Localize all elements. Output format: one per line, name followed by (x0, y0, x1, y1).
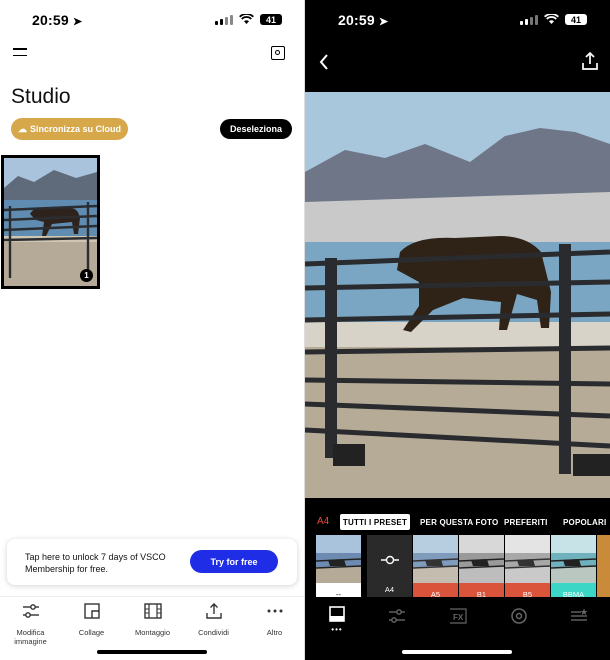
page-title: Studio (11, 85, 71, 108)
cloud-sync-icon: ☁ (17, 123, 27, 134)
preset-a4[interactable]: A4 (367, 535, 412, 597)
toolbar-item-more[interactable]: Altro (244, 603, 305, 637)
status-icons: 41 (215, 14, 282, 25)
home-indicator (97, 650, 207, 654)
wifi-icon (239, 14, 254, 24)
svg-text:FX: FX (453, 613, 464, 622)
share-icon (205, 603, 222, 619)
sliders-icon (22, 604, 39, 618)
signal-icon (215, 14, 233, 25)
image-icon (329, 606, 345, 622)
back-icon[interactable] (319, 54, 329, 70)
toolbar-label-edit: Modifica immagine (14, 628, 47, 646)
try-free-button[interactable]: Try for free (190, 550, 278, 573)
wifi-icon (544, 14, 559, 24)
preset-strip: -- A4 A5 B1 B5 BBMA (315, 535, 610, 599)
preset-a5[interactable]: A5 (412, 535, 459, 599)
editor-screen: 20:59 ➤ 41 A4 TUTTI I PRESET PER QUESTA … (305, 0, 610, 660)
more-icon (267, 609, 282, 613)
photo-thumbnail-image (4, 158, 97, 286)
signal-icon (520, 14, 538, 25)
promo-text: Tap here to unlock 7 days of VSCO Member… (25, 552, 166, 574)
status-time-right: 20:59 ➤ (338, 12, 388, 28)
preset-bbma[interactable]: BBMA (550, 535, 597, 599)
preset-thumb-image (412, 535, 459, 583)
toolbar-label-share: Condividi (198, 628, 229, 637)
preset-thumb-image (550, 535, 597, 583)
sync-cloud-label: Sincronizza su Cloud (29, 124, 121, 134)
film-icon (143, 603, 162, 619)
preset-thumb-image (458, 535, 505, 583)
battery-icon: 41 (565, 14, 587, 25)
editor-bottom-bar: ••• FX (305, 600, 610, 636)
tab-favorites[interactable]: PREFERITI (504, 518, 548, 527)
toolbar-label-montage: Montaggio (134, 628, 171, 637)
favorites-list-icon[interactable] (570, 608, 588, 624)
active-dots-icon: ••• (331, 625, 343, 634)
current-preset-label: A4 (317, 516, 330, 527)
toolbar-item-share[interactable]: Condividi (183, 603, 244, 637)
toolbar-label-collage: Collage (78, 628, 105, 637)
battery-icon: 41 (260, 14, 282, 25)
photo-thumbnail[interactable]: 1 (1, 155, 100, 289)
membership-promo-banner[interactable]: Tap here to unlock 7 days of VSCO Member… (7, 539, 297, 585)
status-time-right-text: 20:59 (338, 12, 375, 28)
status-icons-right: 41 (520, 14, 587, 25)
sync-cloud-button[interactable]: ☁ Sincronizza su Cloud (11, 118, 128, 140)
image-presets-tab[interactable]: ••• (325, 606, 349, 634)
home-indicator-right (402, 650, 512, 654)
location-arrow-icon: ➤ (378, 16, 389, 28)
menu-icon[interactable] (13, 48, 27, 58)
tab-all-presets[interactable]: TUTTI I PRESET (340, 514, 410, 530)
toolbar-item-montage[interactable]: Montaggio (122, 603, 183, 637)
export-icon[interactable] (582, 52, 598, 70)
history-icon[interactable] (510, 607, 528, 625)
adjust-icon[interactable] (388, 608, 406, 624)
camera-icon[interactable] (271, 46, 285, 60)
edited-photo (305, 92, 610, 498)
status-time: 20:59 ➤ (32, 12, 82, 28)
preset-b1[interactable]: B1 (458, 535, 505, 599)
selection-count-badge: 1 (80, 269, 93, 282)
tab-for-this-photo[interactable]: PER QUESTA FOTO (420, 518, 498, 527)
collage-icon (83, 603, 100, 619)
studio-screen: 20:59 ➤ 41 Studio ☁ Sincronizza su Cloud… (0, 0, 305, 660)
fx-icon[interactable]: FX (449, 608, 467, 624)
tab-popular[interactable]: POPOLARI (563, 518, 606, 527)
status-time-text: 20:59 (32, 12, 69, 28)
preset-thumb-image (315, 535, 362, 583)
preset-next-partial[interactable] (597, 535, 610, 597)
preset-original[interactable]: -- (315, 535, 362, 599)
preset-label-a4: A4 (384, 585, 395, 594)
deselect-button[interactable]: Deseleziona (220, 119, 292, 139)
adjust-preset-icon (381, 555, 399, 565)
toolbar-item-collage[interactable]: Collage (61, 603, 122, 637)
toolbar-item-edit[interactable]: Modifica immagine (0, 603, 61, 646)
preset-thumb-image (504, 535, 551, 583)
toolbar-label-more: Altro (266, 628, 283, 637)
preset-b5[interactable]: B5 (504, 535, 551, 599)
location-arrow-icon: ➤ (72, 16, 83, 28)
